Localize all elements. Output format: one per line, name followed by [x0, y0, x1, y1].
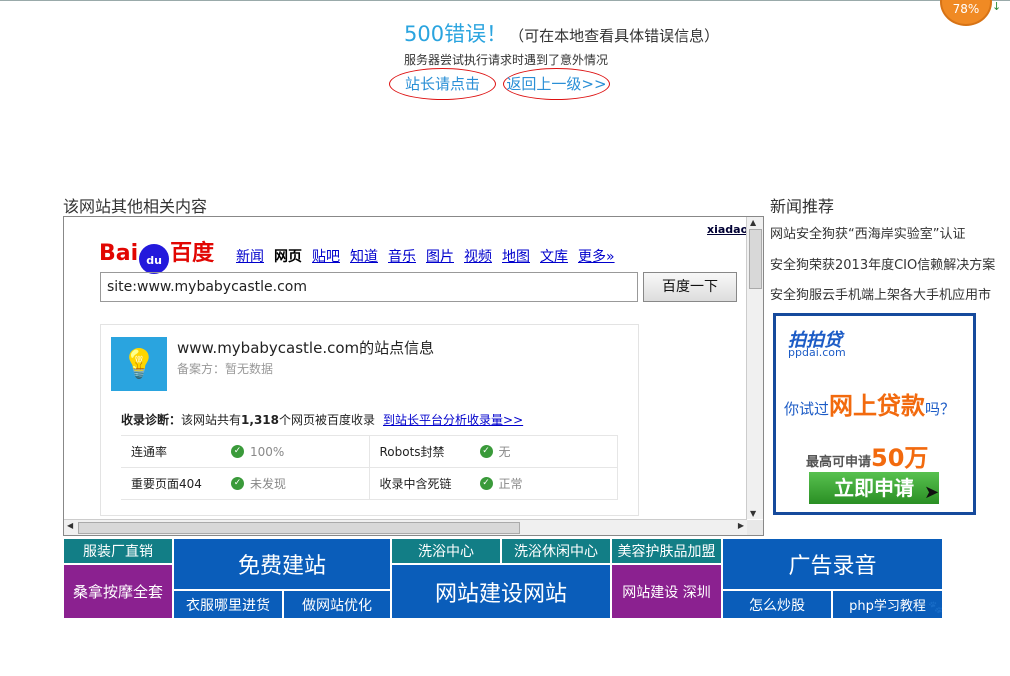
tile-sauna-massage[interactable]: 桑拿按摩全套 — [63, 564, 173, 619]
scroll-corner — [747, 520, 763, 535]
scroll-down-icon[interactable]: ▼ — [750, 509, 756, 518]
ad-apply-button[interactable]: 立即申请 — [809, 472, 939, 504]
diag-text-b: 个网页被百度收录 — [279, 413, 376, 427]
tile-seo[interactable]: 做网站优化 — [283, 590, 391, 619]
nav-music[interactable]: 音乐 — [388, 249, 416, 265]
stat-cell: Robots封禁 ✓ 无 — [370, 436, 618, 467]
tile-shenzhen-web[interactable]: 网站建设 深圳 — [611, 564, 722, 619]
nav-zhidao[interactable]: 知道 — [350, 249, 378, 265]
nav-news[interactable]: 新闻 — [236, 249, 264, 265]
cursor-icon: ➤ — [924, 482, 940, 503]
stat-value: 无 — [498, 445, 511, 459]
xiadao-link[interactable]: xiadao — [707, 223, 748, 236]
diag-label: 收录诊断： — [121, 413, 182, 427]
related-content-frame[interactable]: xiadao Bai du 百度 新闻 网页 贴吧 知道 音乐 图片 视频 地图 文库 更多» sit… — [63, 216, 764, 536]
site-stats-table: 连通率 ✓ 100% Robots封禁 ✓ 无 重要页面404 ✓ 未发现 收录中含死链 ✓ 正… — [121, 435, 618, 500]
logo-bai: Bai — [99, 241, 139, 266]
stat-label: Robots封禁 — [379, 445, 445, 459]
tile-bath-center[interactable]: 洗浴中心 — [391, 538, 501, 564]
ad-max-label: 最高可申请 — [806, 455, 872, 470]
nav-map[interactable]: 地图 — [502, 249, 530, 265]
ad-question-big: 网上贷款 — [829, 392, 926, 420]
diag-text-a: 该网站共有 — [181, 413, 242, 427]
nav-web[interactable]: 网页 — [274, 249, 302, 265]
diag-count: 1,318 — [241, 413, 279, 427]
check-icon: ✓ — [479, 445, 493, 458]
top-divider — [0, 0, 1010, 1]
nav-images[interactable]: 图片 — [426, 249, 454, 265]
stat-cell: 收录中含死链 ✓ 正常 — [370, 468, 618, 499]
logo-du: du — [146, 254, 163, 267]
baidu-nav: 新闻 网页 贴吧 知道 音乐 图片 视频 地图 文库 更多» — [236, 246, 625, 266]
news-item[interactable]: 安全狗服云手机端上架各大手机应用市 — [770, 284, 991, 303]
check-icon: ✓ — [479, 477, 493, 490]
tile-bath-leisure[interactable]: 洗浴休闲中心 — [501, 538, 611, 564]
admin-link[interactable]: 站长请点击 — [389, 68, 496, 100]
nav-tieba[interactable]: 贴吧 — [312, 249, 340, 265]
check-icon: ✓ — [231, 445, 244, 458]
index-diagnosis: 收录诊断：该网站共有1,318个网页被百度收录 到站长平台分析收录量>> — [121, 411, 523, 428]
error-code: 500错误！ — [404, 22, 508, 46]
baidu-paw-icon: du — [139, 244, 170, 274]
error-description: 服务器尝试执行请求时遇到了意外情况 — [404, 53, 609, 67]
baidu-search-input[interactable]: site:www.mybabycastle.com — [100, 272, 638, 302]
tile-php-tutorial[interactable]: php学习教程 — [832, 590, 943, 619]
related-section-title: 该网站其他相关内容 — [63, 197, 208, 216]
ad-question-a: 你试过 — [784, 400, 830, 418]
ad-brand-url: ppdai.com — [788, 346, 846, 359]
scroll-up-icon[interactable]: ▲ — [750, 218, 756, 227]
news-section-title: 新闻推荐 — [770, 197, 835, 216]
stat-cell: 连通率 ✓ 100% — [121, 436, 370, 467]
stat-value: 100% — [250, 444, 285, 459]
stat-label: 收录中含死链 — [379, 477, 452, 491]
nav-video[interactable]: 视频 — [464, 249, 492, 265]
stat-label: 连通率 — [131, 445, 168, 459]
site-info-title: www.mybabycastle.com的站点信息 — [177, 339, 435, 357]
vertical-scroll-thumb[interactable] — [749, 229, 762, 289]
stat-cell: 重要页面404 ✓ 未发现 — [121, 468, 370, 499]
error-subtitle: （可在本地查看具体错误信息） — [509, 27, 720, 45]
error-title: 500错误！ （可在本地查看具体错误信息） — [404, 18, 719, 48]
back-link[interactable]: 返回上一级>> — [503, 68, 610, 100]
tile-website-building[interactable]: 网站建设网站 — [391, 564, 611, 619]
tile-clothing-factory[interactable]: 服装厂直销 — [63, 538, 173, 564]
lightbulb-icon: 💡 — [111, 337, 167, 391]
nav-wenku[interactable]: 文库 — [540, 249, 568, 265]
beian-text: 备案方：暂无数据 — [177, 362, 274, 376]
ad-max-amount: 最高可申请50万 — [806, 438, 928, 473]
tile-beauty-franchise[interactable]: 美容护肤品加盟 — [611, 538, 722, 564]
scroll-right-icon[interactable]: ▶ — [738, 521, 744, 530]
webmaster-platform-link[interactable]: 到站长平台分析收录量>> — [383, 413, 523, 427]
ad-max-number: 50万 — [871, 444, 929, 472]
stat-value: 未发现 — [250, 477, 287, 491]
tile-stock-trading[interactable]: 怎么炒股 — [722, 590, 832, 619]
tile-clothes-wholesale[interactable]: 衣服哪里进货 — [173, 590, 283, 619]
stat-label: 重要页面404 — [131, 477, 202, 491]
tile-free-website[interactable]: 免费建站 — [173, 538, 391, 590]
download-arrow-icon[interactable]: ↓ — [992, 0, 1001, 13]
logo-cn: 百度 — [170, 241, 215, 266]
ad-question: 你试过网上贷款吗？ — [784, 386, 955, 421]
scroll-left-icon[interactable]: ◀ — [67, 521, 73, 530]
ad-question-b: 吗？ — [925, 400, 956, 418]
stats-row: 重要页面404 ✓ 未发现 收录中含死链 ✓ 正常 — [121, 468, 618, 500]
news-item[interactable]: 安全狗荣获2013年度CIO信赖解决方案 — [770, 254, 995, 273]
ppdai-ad-banner[interactable]: 拍拍贷 ppdai.com 你试过网上贷款吗？ 最高可申请50万 立即申请 ➤ — [773, 313, 976, 515]
stat-value: 正常 — [498, 477, 523, 491]
vertical-scrollbar[interactable]: ▲ ▼ — [746, 217, 763, 519]
baidu-logo[interactable]: Bai du 百度 — [99, 235, 214, 274]
site-info-card: 💡 www.mybabycastle.com的站点信息 备案方：暂无数据 收录诊… — [100, 324, 639, 516]
tile-ad-recording[interactable]: 广告录音 — [722, 538, 943, 590]
badge-text: 78% — [952, 2, 980, 16]
horizontal-scrollbar[interactable]: ◀ ▶ — [64, 519, 747, 535]
check-icon: ✓ — [231, 477, 244, 490]
paw-icon: 🐾 — [928, 600, 943, 614]
news-item[interactable]: 网站安全狗获“西海岸实验室”认证 — [770, 223, 965, 242]
progress-badge[interactable]: 78% — [940, 0, 992, 26]
stats-row: 连通率 ✓ 100% Robots封禁 ✓ 无 — [121, 436, 618, 468]
nav-more[interactable]: 更多» — [578, 249, 615, 265]
horizontal-scroll-thumb[interactable] — [78, 522, 520, 534]
baidu-search-button[interactable]: 百度一下 — [643, 272, 737, 302]
